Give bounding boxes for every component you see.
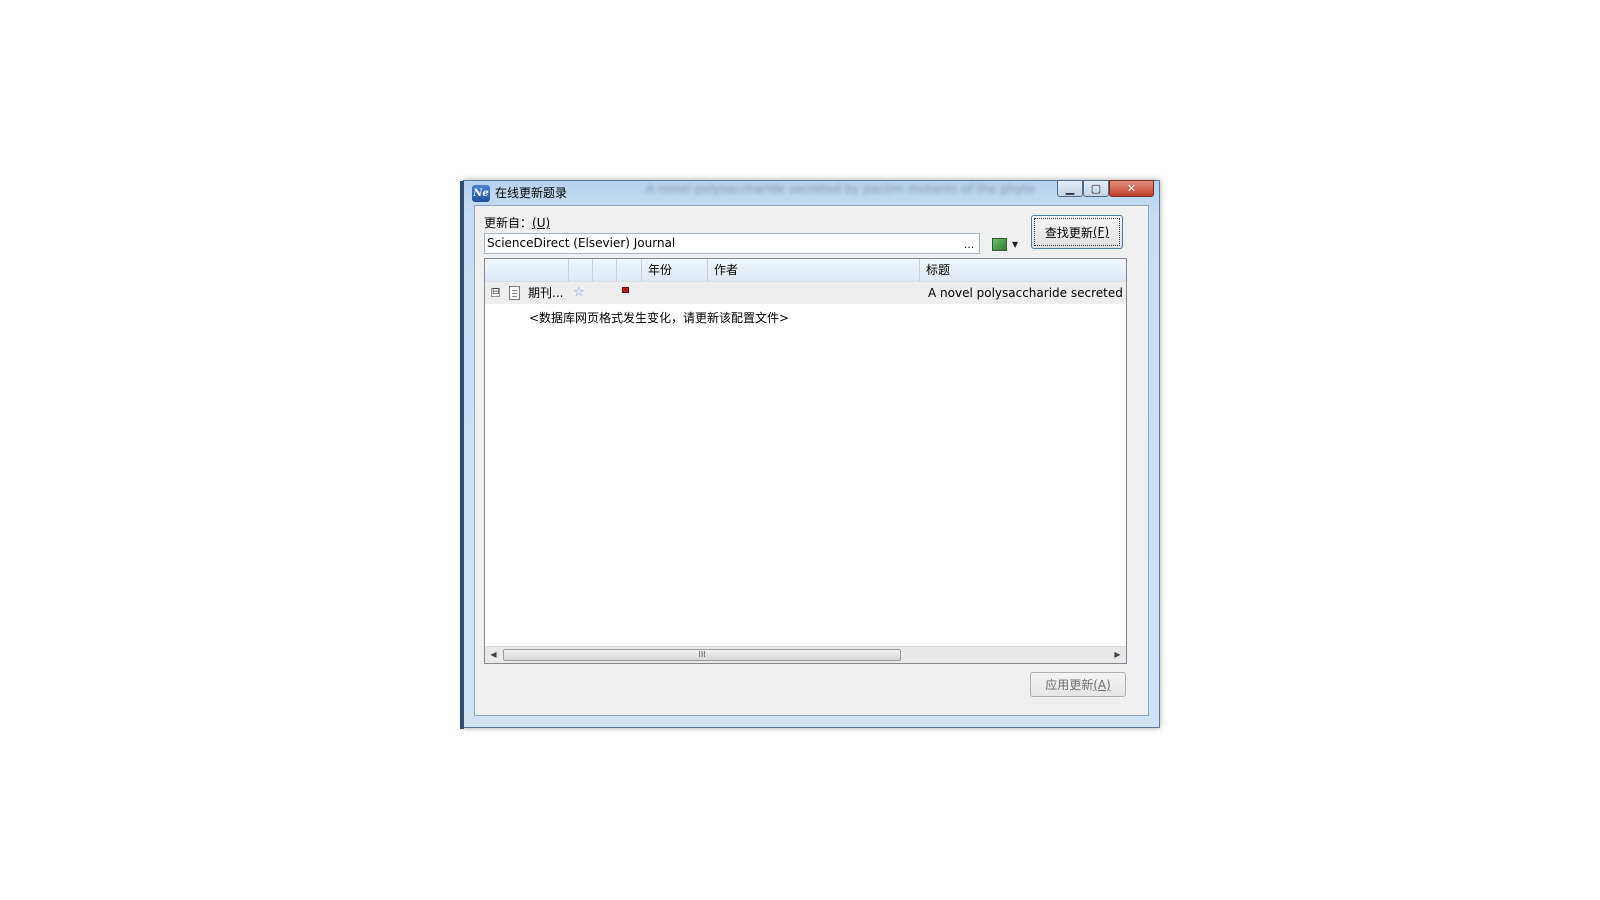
minimize-icon[interactable]: ▁ [1057, 180, 1083, 197]
apply-update-label: 应用更新 [1045, 678, 1094, 692]
source-label-mnemonic: (U) [532, 216, 551, 230]
col-header-flag[interactable] [616, 259, 641, 281]
find-update-label: 查找更新 [1044, 225, 1093, 240]
blurred-title-ghost: A novel polysaccharide secreted by pacl/… [646, 182, 1035, 196]
online-update-dialog: Ne 在线更新题录 A novel polysaccharide secrete… [460, 180, 1160, 729]
row-title: A novel polysaccharide secreted [928, 286, 1123, 300]
window-controls: ▁ ▢ ✕ [1057, 180, 1154, 198]
document-icon [509, 286, 520, 300]
table-row[interactable]: ⊟ 期刊... ☆ A novel polysaccharide secrete… [485, 282, 1126, 304]
format-change-message: <数据库网页格式发生变化，请更新该配置文件> [529, 311, 790, 325]
close-icon[interactable]: ✕ [1109, 180, 1154, 197]
collapse-icon[interactable]: ⊟ [491, 288, 500, 297]
col-header-star[interactable] [568, 259, 592, 281]
col-header-type[interactable] [485, 259, 568, 281]
grid-header: 年份 作者 标题 [485, 259, 1126, 282]
col-header-title[interactable]: 标题 [919, 259, 1126, 281]
window-left-edge [460, 181, 464, 729]
browse-button[interactable]: ... [962, 236, 976, 252]
source-value: ScienceDirect (Elsevier) Journal [487, 236, 676, 250]
find-update-mnemonic: (F) [1092, 225, 1110, 239]
apply-update-mnemonic: (A) [1093, 677, 1111, 692]
star-icon[interactable]: ☆ [573, 282, 585, 304]
source-input[interactable]: ScienceDirect (Elsevier) Journal ... [484, 233, 980, 254]
flag-icon [622, 287, 629, 293]
scroll-right-icon[interactable]: ▶ [1109, 647, 1126, 663]
scroll-thumb[interactable]: III [503, 649, 901, 661]
window-title: 在线更新题录 [495, 186, 568, 200]
col-header-year[interactable]: 年份 [641, 259, 707, 281]
app-icon: Ne [472, 185, 490, 202]
chevron-down-icon: ▼ [1012, 239, 1019, 249]
dialog-client-area: 更新自：(U) ScienceDirect (Elsevier) Journal… [474, 205, 1149, 716]
results-grid[interactable]: 年份 作者 标题 ⊟ 期刊... ☆ A novel polysaccharid… [484, 258, 1127, 664]
find-update-button[interactable]: 查找更新 (F) [1031, 215, 1123, 249]
maximize-icon[interactable]: ▢ [1083, 180, 1109, 197]
col-header-attach[interactable] [592, 259, 616, 281]
horizontal-scrollbar[interactable]: ◀ III ▶ [485, 646, 1126, 663]
scroll-left-icon[interactable]: ◀ [485, 647, 502, 663]
connection-dropdown-button[interactable]: ▼ [992, 236, 1024, 252]
apply-update-button[interactable]: 应用更新 (A) [1030, 672, 1126, 697]
col-header-author[interactable]: 作者 [707, 259, 919, 281]
database-cube-icon [992, 237, 1007, 251]
source-label: 更新自：(U) [484, 216, 551, 230]
row-type: 期刊... [528, 286, 564, 300]
